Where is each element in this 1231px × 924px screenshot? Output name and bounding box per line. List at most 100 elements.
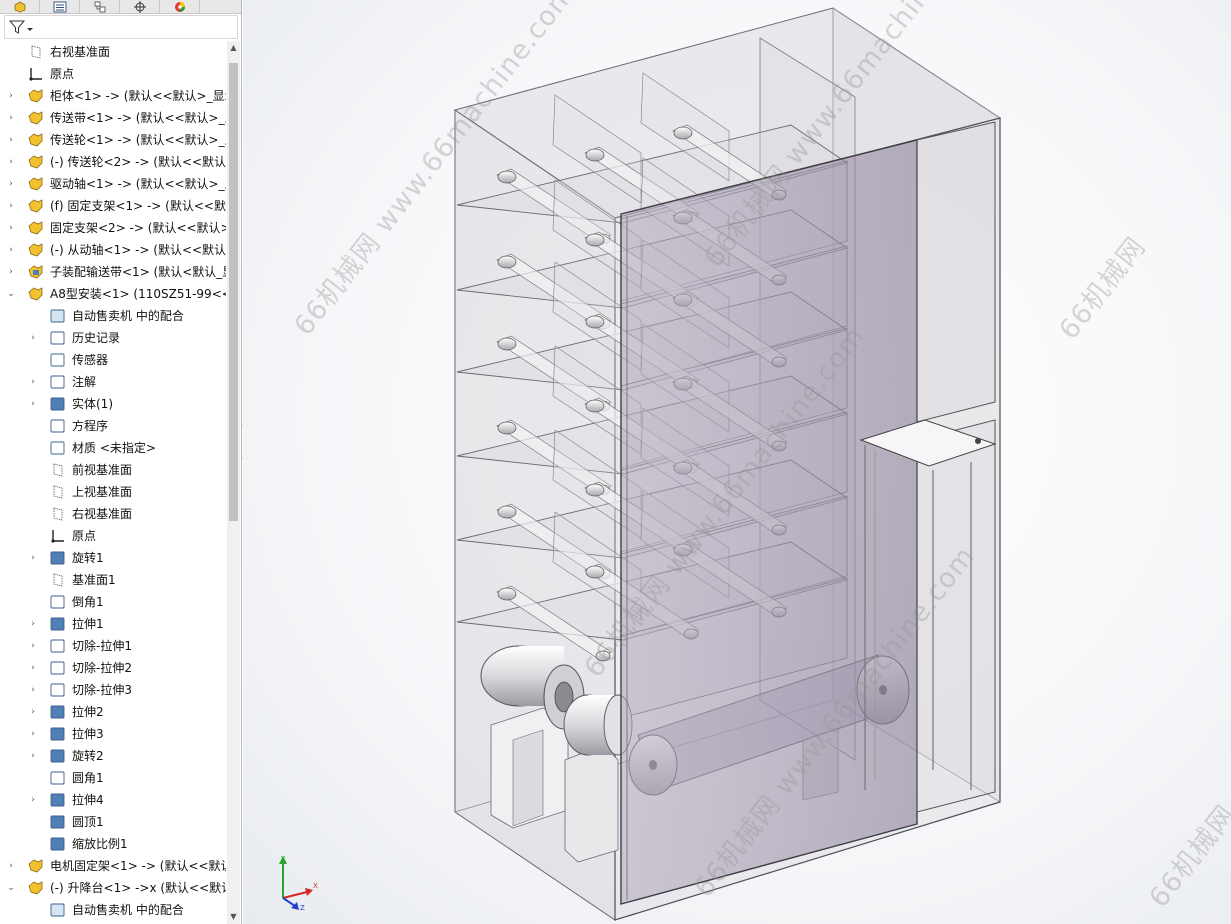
- tree-item[interactable]: › 历史记录: [0, 327, 226, 349]
- plane-icon: [27, 44, 44, 60]
- tree-item-label: 方程序: [72, 419, 109, 433]
- expand-arrow-icon[interactable]: ›: [28, 639, 38, 653]
- part-icon: [27, 880, 44, 896]
- expand-arrow-icon[interactable]: ›: [28, 331, 38, 345]
- equation-icon: [49, 418, 66, 434]
- expand-arrow-icon[interactable]: ›: [28, 749, 38, 763]
- tree-item[interactable]: › 拉伸3: [0, 723, 226, 745]
- graphics-viewport[interactable]: 66机械网 www.66machine.com 66机械网 www.66machi…: [243, 0, 1231, 924]
- display-manager-tab[interactable]: [160, 0, 200, 14]
- tree-item[interactable]: › 拉伸2: [0, 701, 226, 723]
- expand-arrow-icon[interactable]: ›: [28, 375, 38, 389]
- tree-item[interactable]: ⌄ (-) 升降台<1> ->x (默认<<默认: [0, 877, 226, 899]
- tree-item[interactable]: 圆顶1: [0, 811, 226, 833]
- tree-item[interactable]: › 传送轮<1> -> (默认<<默认>_显: [0, 129, 226, 151]
- expand-arrow-icon[interactable]: ›: [28, 705, 38, 719]
- sensor-icon: [49, 352, 66, 368]
- expand-arrow-icon[interactable]: ›: [6, 221, 16, 235]
- property-manager-tab[interactable]: [40, 0, 80, 14]
- expand-arrow-icon[interactable]: ›: [6, 199, 16, 213]
- tree-item-label: 原点: [50, 67, 75, 81]
- mates-icon: [49, 902, 66, 918]
- expand-arrow-icon[interactable]: ›: [28, 397, 38, 411]
- tree-item[interactable]: 方程序: [0, 415, 226, 437]
- tree-item[interactable]: 材质 <未指定>: [0, 437, 226, 459]
- list-icon: [53, 1, 66, 13]
- expand-arrow-icon[interactable]: ›: [28, 727, 38, 741]
- tree-item[interactable]: › 实体(1): [0, 393, 226, 415]
- tree-item[interactable]: › 切除-拉伸2: [0, 657, 226, 679]
- tree-scroll-thumb[interactable]: [229, 63, 238, 521]
- tree-item[interactable]: › (-) 传送轮<2> -> (默认<<默认>: [0, 151, 226, 173]
- configuration-manager-tab[interactable]: [80, 0, 120, 14]
- tree-item[interactable]: 上视基准面: [0, 481, 226, 503]
- tree-item[interactable]: › 切除-拉伸1: [0, 635, 226, 657]
- plane-icon: [49, 572, 66, 588]
- tree-item[interactable]: 缩放比例1: [0, 833, 226, 855]
- expand-arrow-icon[interactable]: ›: [6, 265, 16, 279]
- expand-arrow-icon[interactable]: ›: [6, 243, 16, 257]
- assembly-icon: [27, 264, 44, 280]
- expand-arrow-icon[interactable]: ›: [28, 661, 38, 675]
- tree-item[interactable]: 圆角1: [0, 767, 226, 789]
- cut-icon: [49, 682, 66, 698]
- tree-item-label: 拉伸2: [72, 705, 104, 719]
- scroll-up-icon[interactable]: ▲: [227, 41, 240, 55]
- tree-item[interactable]: 传感器: [0, 349, 226, 371]
- tree-item-label: (-) 传送轮<2> -> (默认<<默认>: [50, 155, 226, 169]
- expand-arrow-icon[interactable]: ›: [28, 793, 38, 807]
- collapse-arrow-icon[interactable]: ⌄: [6, 881, 16, 895]
- expand-arrow-icon[interactable]: ›: [6, 155, 16, 169]
- tree-item[interactable]: 右视基准面: [0, 503, 226, 525]
- tree-item[interactable]: › 电机固定架<1> -> (默认<<默认: [0, 855, 226, 877]
- tree-item[interactable]: 原点: [0, 525, 226, 547]
- tree-item[interactable]: 倒角1: [0, 591, 226, 613]
- tree-item[interactable]: 自动售卖机 中的配合: [0, 899, 226, 921]
- tree-item[interactable]: › 柜体<1> -> (默认<<默认>_显示: [0, 85, 226, 107]
- expand-arrow-icon[interactable]: ›: [6, 89, 16, 103]
- expand-arrow-icon[interactable]: ›: [6, 133, 16, 147]
- tree-item[interactable]: ⌄ A8型安装<1> (110SZ51-99<<1: [0, 283, 226, 305]
- expand-arrow-icon[interactable]: ›: [28, 617, 38, 631]
- tree-item-label: 旋转2: [72, 749, 104, 763]
- tree-filter[interactable]: [4, 15, 238, 39]
- material-icon: [49, 440, 66, 456]
- tree-item[interactable]: 右视基准面: [0, 41, 226, 63]
- expand-arrow-icon[interactable]: ›: [6, 177, 16, 191]
- tree-item-label: 切除-拉伸2: [72, 661, 132, 675]
- tree-item[interactable]: › 注解: [0, 371, 226, 393]
- expand-arrow-icon[interactable]: ›: [6, 111, 16, 125]
- scroll-down-icon[interactable]: ▼: [227, 910, 240, 924]
- collapse-arrow-icon[interactable]: ⌄: [6, 287, 16, 301]
- tree-item[interactable]: › 传送带<1> -> (默认<<默认>_显: [0, 107, 226, 129]
- panel-tab-bar: [0, 0, 241, 14]
- tree-item[interactable]: › 驱动轴<1> -> (默认<<默认>_显: [0, 173, 226, 195]
- tree-item[interactable]: › 切除-拉伸3: [0, 679, 226, 701]
- tree-scrollbar[interactable]: ▲ ▼: [227, 41, 240, 924]
- tree-item[interactable]: 原点: [0, 63, 226, 85]
- expand-arrow-icon[interactable]: ›: [6, 859, 16, 873]
- tree-item[interactable]: › 拉伸1: [0, 613, 226, 635]
- tree-item-label: 传感器: [72, 353, 109, 367]
- tree-item[interactable]: › 拉伸4: [0, 789, 226, 811]
- tree-item[interactable]: › 旋转2: [0, 745, 226, 767]
- feature-manager-tab[interactable]: [0, 0, 40, 14]
- tree-item[interactable]: 前视基准面: [0, 459, 226, 481]
- origin-icon: [49, 528, 66, 544]
- tree-item-label: 固定支架<2> -> (默认<<默认>: [50, 221, 226, 235]
- tree-item[interactable]: › 固定支架<2> -> (默认<<默认>: [0, 217, 226, 239]
- funnel-icon: [8, 20, 33, 34]
- tree-item[interactable]: › (-) 从动轴<1> -> (默认<<默认>: [0, 239, 226, 261]
- tree-item[interactable]: › 旋转1: [0, 547, 226, 569]
- tree-item-label: 前视基准面: [72, 463, 133, 477]
- tree-item[interactable]: › 子装配输送带<1> (默认<默认_显: [0, 261, 226, 283]
- tree-item[interactable]: 基准面1: [0, 569, 226, 591]
- expand-arrow-icon[interactable]: ›: [28, 551, 38, 565]
- dimxpert-tab[interactable]: [120, 0, 160, 14]
- mates-icon: [49, 308, 66, 324]
- triad-y-label: Y: [280, 855, 286, 863]
- tree-item[interactable]: 自动售卖机 中的配合: [0, 305, 226, 327]
- expand-arrow-icon[interactable]: ›: [28, 683, 38, 697]
- revolve-icon: [49, 748, 66, 764]
- tree-item[interactable]: › (f) 固定支架<1> -> (默认<<默认: [0, 195, 226, 217]
